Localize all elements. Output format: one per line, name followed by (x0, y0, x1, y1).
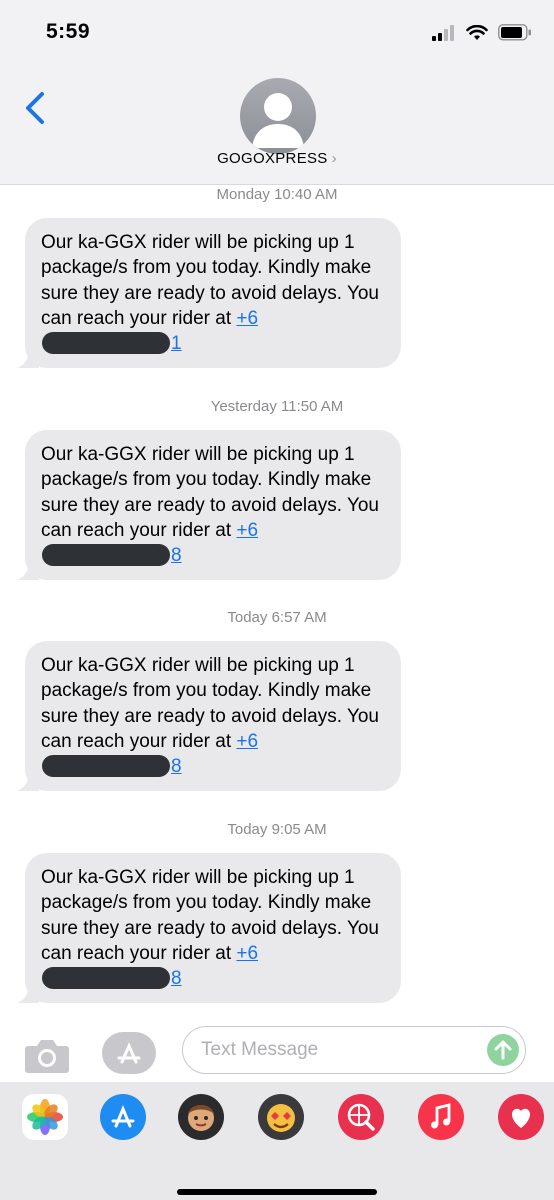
app-store-icon[interactable] (100, 1094, 146, 1140)
cellular-signal-icon (432, 24, 454, 41)
message-bubble[interactable]: Our ka-GGX rider will be picking up 1 pa… (17, 641, 401, 792)
battery-icon (498, 24, 531, 41)
phone-suffix: 1 (171, 333, 182, 355)
redaction-bar (42, 755, 170, 778)
message-text: Our ka-GGX rider will be picking up 1 pa… (41, 444, 380, 541)
home-indicator (177, 1189, 377, 1195)
imessage-app-drawer (0, 1082, 554, 1200)
message-text: Our ka-GGX rider will be picking up 1 pa… (41, 867, 380, 964)
message-bubble[interactable]: Our ka-GGX rider will be picking up 1 pa… (17, 853, 401, 1004)
app-store-apps-icon[interactable] (102, 1032, 156, 1074)
message-timestamp: Yesterday 11:50 AM (210, 398, 344, 415)
music-icon[interactable] (418, 1094, 464, 1140)
message-bubble[interactable]: Our ka-GGX rider will be picking up 1 pa… (17, 218, 401, 369)
photos-icon[interactable] (22, 1094, 68, 1140)
memoji-icon[interactable] (178, 1094, 224, 1140)
message-text: Our ka-GGX rider will be picking up 1 pa… (41, 232, 380, 329)
status-time: 5:59 (46, 20, 91, 43)
status-icons (432, 24, 532, 41)
message-timestamp: Monday 10:40 AM (216, 186, 338, 203)
message-input[interactable]: Text Message (182, 1026, 526, 1074)
message-input-placeholder: Text Message (201, 1039, 319, 1060)
status-bar: 5:59 (0, 0, 554, 60)
animoji-icon[interactable] (258, 1094, 304, 1140)
phone-prefix: +6 (236, 519, 259, 541)
arrow-up-icon (494, 1040, 512, 1060)
contact-name: GOGOXPRESS (217, 150, 328, 167)
redaction-bar (42, 544, 170, 567)
send-button[interactable] (487, 1034, 519, 1066)
search-globe-icon[interactable] (338, 1094, 384, 1140)
conversation-header: GOGOXPRESS › (0, 60, 554, 185)
redaction-bar (42, 967, 170, 990)
back-chevron-icon[interactable] (20, 88, 54, 128)
phone-prefix: +6 (236, 307, 259, 329)
person-silhouette-icon (252, 93, 304, 148)
phone-suffix: 8 (171, 756, 182, 778)
chevron-right-icon: › (331, 150, 337, 167)
wifi-icon (466, 24, 488, 40)
message-composer: Text Message (0, 1020, 554, 1082)
bubble-tail (17, 981, 39, 1004)
message-text: Our ka-GGX rider will be picking up 1 pa… (41, 655, 380, 752)
camera-icon[interactable] (24, 1036, 70, 1074)
contact-avatar[interactable] (240, 78, 316, 154)
bubble-tail (17, 346, 39, 369)
heart-app-icon[interactable] (498, 1094, 544, 1140)
phone-prefix: +6 (236, 942, 259, 964)
phone-prefix: +6 (236, 730, 259, 752)
phone-suffix: 8 (171, 968, 182, 990)
message-timestamp: Today 9:05 AM (227, 821, 327, 838)
bubble-tail (17, 558, 39, 581)
phone-suffix: 8 (171, 545, 182, 567)
contact-name-row[interactable]: GOGOXPRESS › (0, 150, 554, 167)
message-bubble[interactable]: Our ka-GGX rider will be picking up 1 pa… (17, 430, 401, 581)
message-timestamp: Today 6:57 AM (227, 609, 327, 626)
bubble-tail (17, 769, 39, 792)
redaction-bar (42, 332, 170, 355)
